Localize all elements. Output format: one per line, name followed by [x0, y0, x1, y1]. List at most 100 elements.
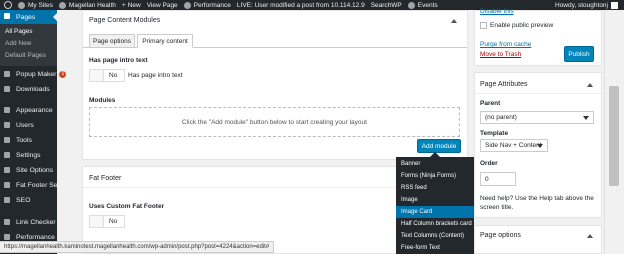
menu-item-image[interactable]: Image [396, 194, 474, 206]
live-status-text[interactable]: LIVE: User modified a post from 10.114.1… [237, 2, 365, 9]
tab-page-options[interactable]: Page options [89, 34, 135, 48]
help-text-line-1: Need help? Use the Help tab above the [480, 195, 594, 202]
sidebar-item-users[interactable]: Users [0, 119, 57, 131]
update-count-badge: 1 [59, 70, 67, 78]
sidebar-item-pages[interactable]: Pages [0, 10, 57, 24]
performance-link[interactable]: Performance [183, 1, 231, 9]
page-options-title: Page options [480, 232, 521, 239]
my-sites-link[interactable]: My Sites [18, 1, 53, 9]
parent-select[interactable]: (no parent) [480, 111, 594, 124]
avatar [611, 1, 618, 9]
submenu-all-pages[interactable]: All Pages [5, 28, 32, 35]
admin-bar: My Sites Magellan Health + New View Page … [0, 0, 624, 10]
wp-admin-screen: My Sites Magellan Health + New View Page … [0, 0, 624, 254]
public-preview-checkbox[interactable] [480, 22, 487, 29]
user-account-menu[interactable]: Howdy, stoughtonj [555, 0, 618, 10]
custom-fat-footer-toggle[interactable]: No [89, 215, 125, 228]
attributes-divider [475, 93, 601, 94]
home-icon [58, 1, 66, 9]
sidebar-item-settings[interactable]: Settings [0, 149, 57, 161]
fat-footer-title: Fat Footer [89, 175, 122, 182]
sidebar-item-site-options[interactable]: Site Options [0, 164, 57, 176]
intro-text-toggle[interactable]: No [89, 69, 125, 82]
browser-status-bar: https://magellanhealth.kaminotest.magell… [0, 241, 275, 253]
order-input[interactable]: 0 [480, 172, 516, 186]
order-label: Order [480, 160, 498, 167]
intro-text-label: Has page intro text [89, 57, 148, 64]
admin-sidebar: Pages All Pages Add New Default Pages Po… [0, 10, 67, 254]
disable-this-link[interactable]: Disable this [480, 8, 514, 15]
purge-cache-link[interactable]: Purge from cache [480, 41, 531, 48]
template-label: Template [480, 130, 509, 137]
page-attributes-title: Page Attributes [480, 81, 528, 88]
collapse-toggle-icon[interactable] [587, 83, 593, 87]
pages-icon [4, 13, 10, 19]
page-attributes-box: Page Attributes Parent (no parent) Templ… [474, 72, 602, 218]
sidebar-item-downloads[interactable]: Downloads [0, 83, 57, 95]
submenu-add-new[interactable]: Add New [5, 40, 31, 47]
move-to-trash-link[interactable]: Move to Trash [480, 51, 521, 58]
toggle-knob [90, 216, 104, 227]
sidebar-item-fat-footer-sets[interactable]: Fat Footer Sets [0, 179, 63, 191]
events-link[interactable]: Events [407, 1, 438, 9]
calendar-icon [407, 1, 415, 9]
scrollbar-thumb[interactable] [609, 86, 619, 186]
popup-icon [4, 71, 10, 77]
chevron-down-icon [537, 144, 543, 148]
gear-icon [4, 167, 10, 173]
menu-item-half-column-brackets-card[interactable]: Half Column brackets card [396, 218, 474, 230]
toggle-knob [90, 70, 104, 81]
menu-item-rss-feed[interactable]: RSS feed [396, 182, 474, 194]
menu-item-free-form-text[interactable]: Free-form Text [396, 242, 474, 254]
sidebar-item-seo[interactable]: SEO [0, 194, 57, 206]
sidebar-item-appearance[interactable]: Appearance [0, 104, 57, 116]
chevron-down-icon [583, 116, 589, 120]
sites-icon [18, 1, 25, 9]
add-module-menu: Banner Forms (Ninja Forms) RSS feed Imag… [396, 157, 474, 254]
custom-fat-footer-label: Uses Custom Fat Footer [89, 203, 165, 210]
performance-icon [4, 234, 10, 240]
page-content-modules-title: Page Content Modules [89, 17, 161, 24]
download-icon [4, 86, 10, 92]
tab-primary-content[interactable]: Primary content [137, 34, 193, 48]
menu-item-image-card[interactable]: Image Card [396, 206, 474, 218]
gauge-icon [183, 1, 191, 9]
new-content-link[interactable]: + New [122, 2, 141, 9]
help-text-line-2: screen title. [480, 204, 514, 211]
current-menu-arrow [53, 13, 57, 21]
parent-label: Parent [480, 100, 501, 107]
menu-item-text-columns[interactable]: Text Columns (Content) [396, 230, 474, 242]
add-module-button[interactable]: Add module [417, 139, 461, 153]
wordpress-logo-icon[interactable] [4, 1, 12, 9]
plus-icon: + [121, 1, 126, 9]
template-select[interactable]: Side Nav + Content [480, 139, 548, 152]
searchwp-link[interactable]: SearchWP [371, 2, 402, 9]
users-icon [4, 122, 10, 128]
seo-icon [4, 197, 10, 203]
paintbrush-icon [4, 107, 10, 113]
sidebar-item-tools[interactable]: Tools [0, 134, 57, 146]
publish-box: Disable this Enable public preview Purge… [474, 8, 602, 66]
settings-icon [4, 152, 10, 158]
view-page-link[interactable]: View Page [147, 2, 178, 9]
page-options-box: Page options [474, 225, 602, 254]
menu-item-banner[interactable]: Banner [396, 158, 474, 170]
wrench-icon [4, 137, 10, 143]
pages-submenu: All Pages Add New Default Pages [0, 24, 57, 66]
module-dropzone: Click the "Add module" button below to s… [89, 107, 460, 137]
intro-text-hint: Has page intro text [128, 72, 183, 79]
collapse-toggle-icon[interactable] [451, 19, 457, 23]
sidebar-item-popup-maker[interactable]: Popup Maker 1 [0, 68, 67, 80]
link-icon [4, 219, 10, 225]
gear-icon [4, 182, 10, 188]
site-name-link[interactable]: Magellan Health [58, 1, 116, 9]
sidebar-item-link-checker[interactable]: Link Checker [0, 216, 57, 228]
collapse-toggle-icon[interactable] [587, 234, 593, 238]
modules-label: Modules [89, 97, 116, 104]
submenu-default-pages[interactable]: Default Pages [5, 52, 46, 59]
publish-button[interactable]: Publish [564, 46, 594, 62]
public-preview-label: Enable public preview [490, 22, 554, 29]
page-content-modules-box: Page Content Modules Page options Primar… [82, 10, 468, 160]
menu-item-forms[interactable]: Forms (Ninja Forms) [396, 170, 474, 182]
page-scrollbar[interactable] [604, 10, 624, 254]
